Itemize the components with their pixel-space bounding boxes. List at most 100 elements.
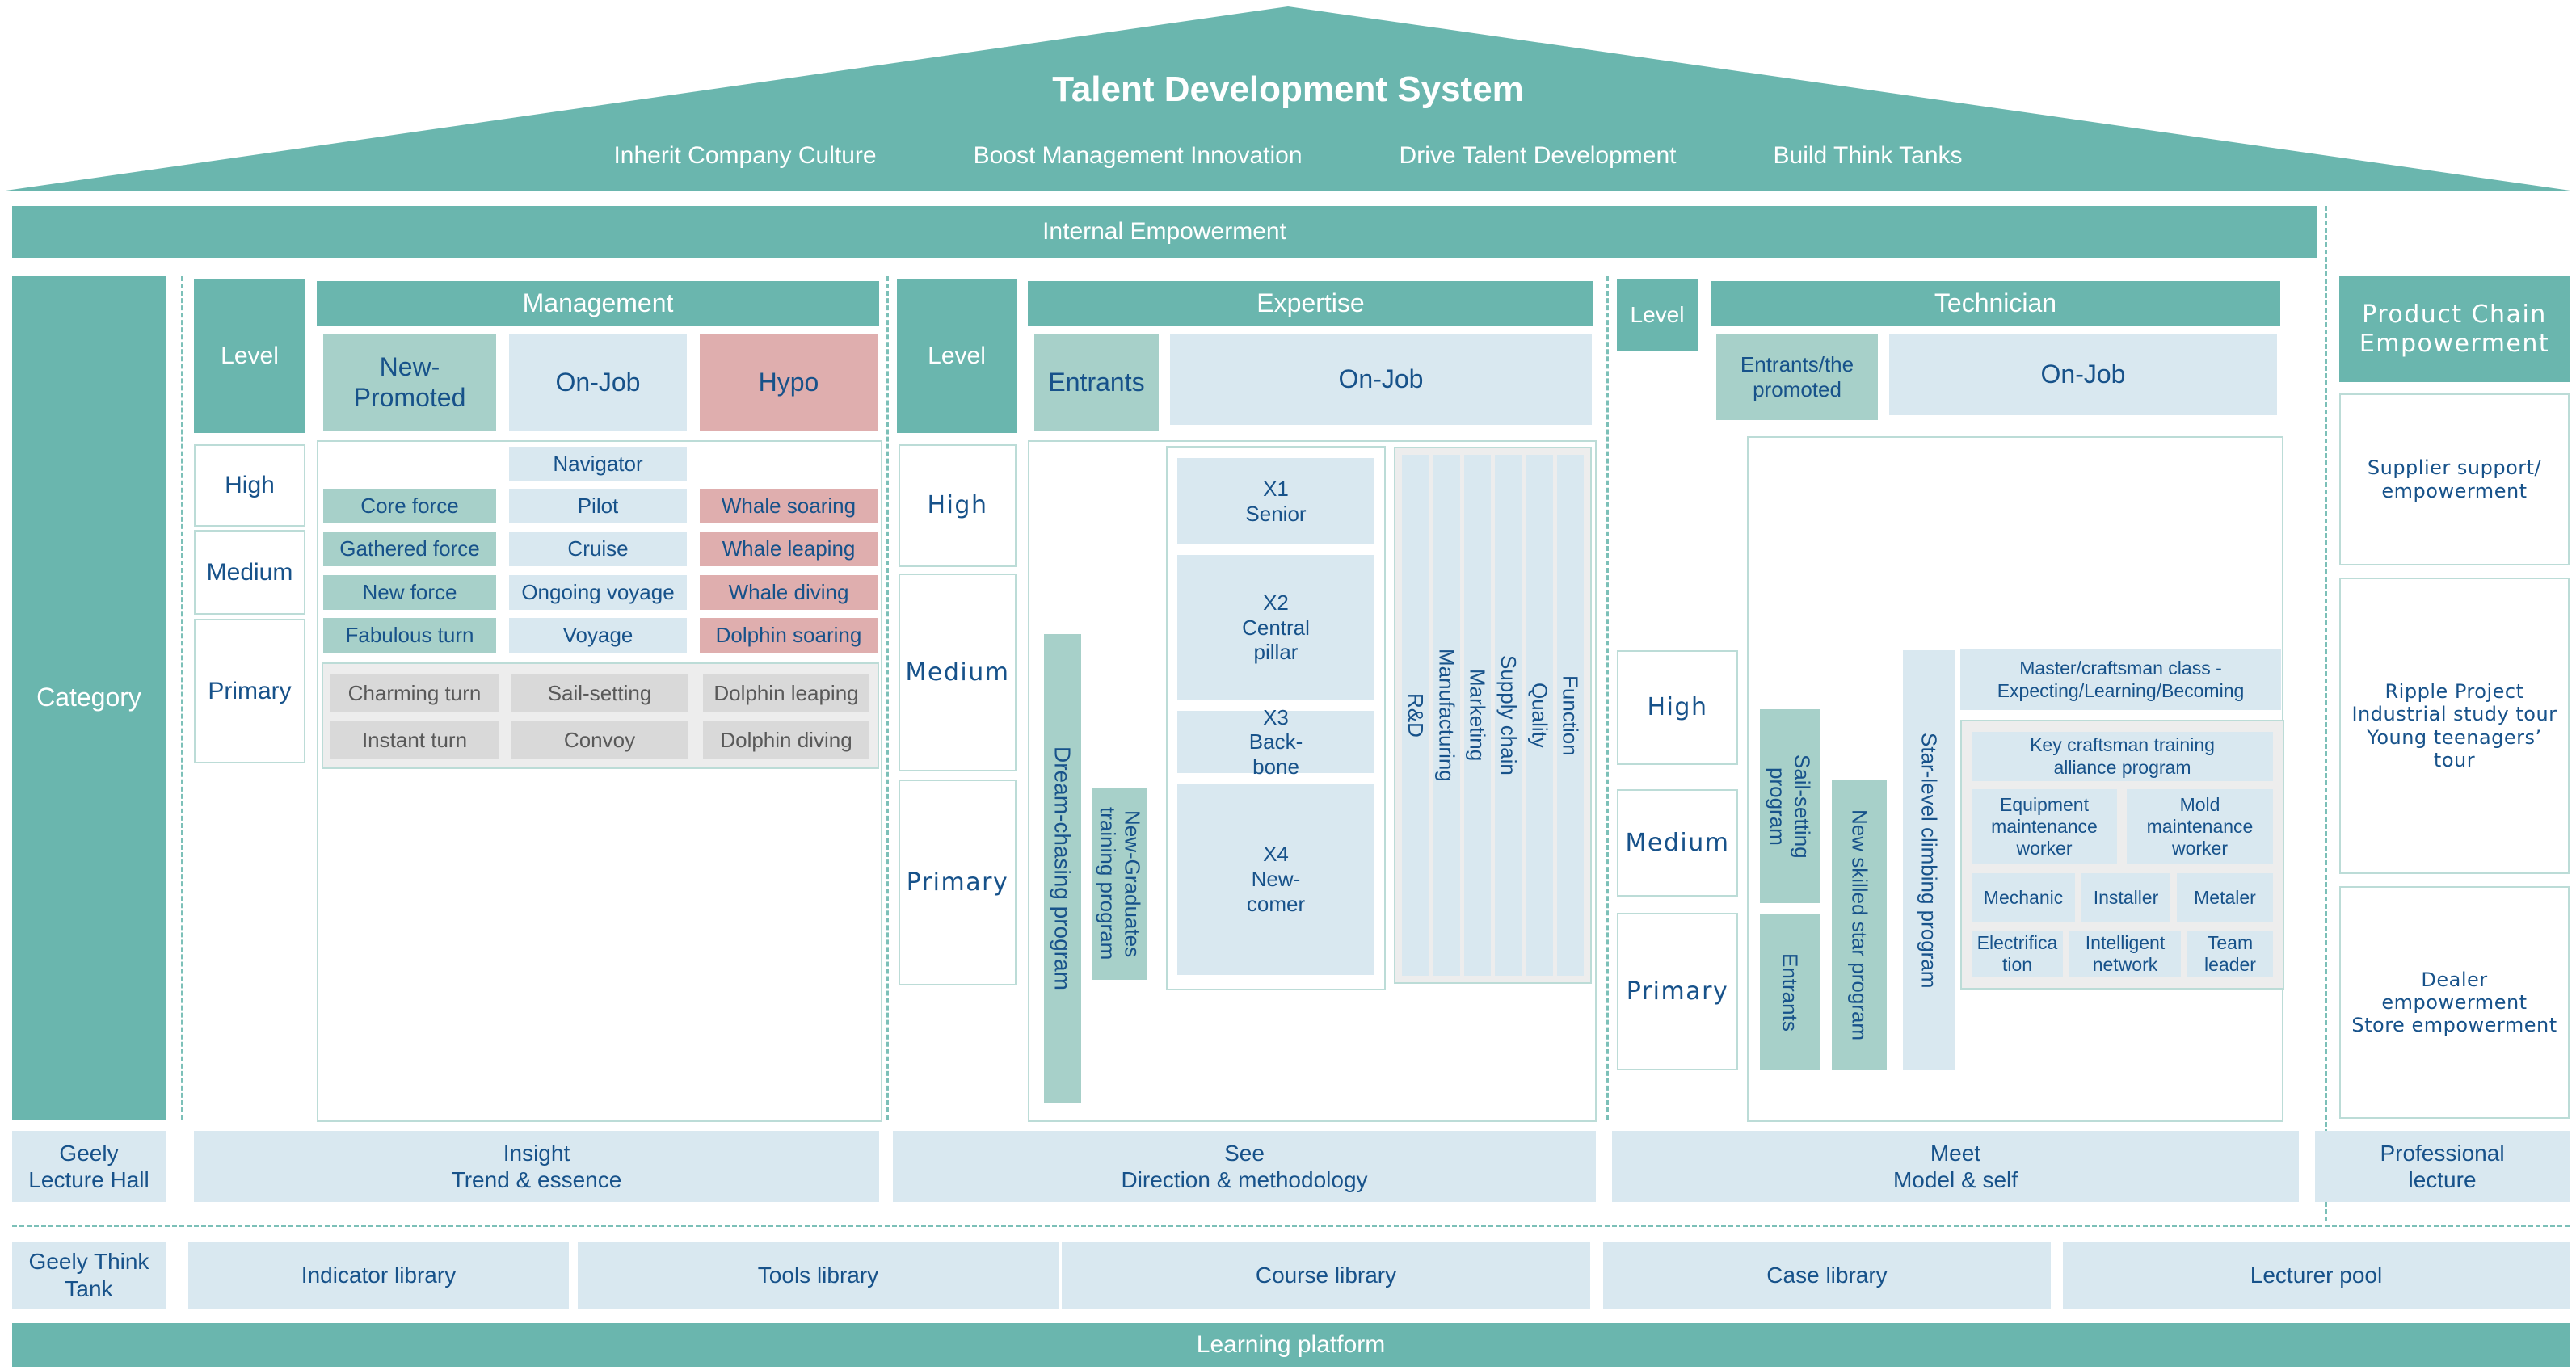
tools-library: Tools library	[578, 1242, 1059, 1309]
management-cell: Fabulous turn	[323, 618, 496, 653]
management-gray-cell: Dolphin leaping	[703, 674, 869, 712]
management-level-primary: Primary	[194, 619, 305, 763]
roof-pillar-talent: Drive Talent Development	[1400, 142, 1677, 170]
expertise-col-on-job: On-Job	[1170, 334, 1592, 425]
technician-sail-setting-program: Sail-setting program	[1760, 709, 1820, 903]
function-rd: R&D	[1402, 455, 1429, 976]
technician-gray-panel: Key craftsman training alliance program …	[1960, 720, 2284, 990]
function-function: Function	[1557, 455, 1584, 976]
management-gray-panel: Charming turn Sail-setting Dolphin leapi…	[322, 662, 879, 769]
management-level-header: Level	[194, 279, 305, 433]
function-supply-chain: Supply chain	[1495, 455, 1522, 976]
function-quality: Quality	[1526, 455, 1552, 976]
function-marketing: Marketing	[1464, 455, 1491, 976]
technician-master-craftsman-class: Master/craftsman class - Expecting/Learn…	[1960, 649, 2281, 710]
lecture-insight: Insight Trend & essence	[194, 1131, 879, 1202]
management-title: Management	[317, 281, 879, 326]
indicator-library: Indicator library	[188, 1242, 569, 1309]
management-cell: New force	[323, 575, 496, 610]
learning-platform-banner: Learning platform	[12, 1323, 2570, 1367]
technician-cell-equipment: Equipment maintenance worker	[1972, 789, 2117, 864]
technician-cell-mold: Mold maintenance worker	[2127, 789, 2273, 864]
expertise-functions-panel: R&D Manufacturing Marketing Supply chain…	[1394, 447, 1592, 984]
roof-shape: Talent Development System Inherit Compan…	[0, 6, 2576, 191]
category-block: Category	[12, 276, 166, 1120]
expertise-new-graduates-program: New-Graduates training program	[1092, 788, 1147, 980]
technician-col-entrants: Entrants/the promoted	[1716, 334, 1878, 420]
management-gray-cell: Charming turn	[330, 674, 499, 712]
course-library: Course library	[1062, 1242, 1590, 1309]
technician-cell-electrification: Electrification	[1972, 931, 2063, 977]
expertise-level-primary: Primary	[899, 780, 1017, 985]
technician-cell-metaler: Metaler	[2177, 873, 2273, 922]
management-col-new-promoted: New- Promoted	[323, 334, 496, 431]
technician-cell-installer: Installer	[2081, 873, 2170, 922]
expertise-col-entrants: Entrants	[1034, 334, 1159, 431]
talent-development-diagram: Talent Development System Inherit Compan…	[0, 0, 2576, 1370]
product-chain-ripple: Ripple Project Industrial study tour You…	[2339, 578, 2570, 874]
product-chain-supplier: Supplier support/ empowerment	[2339, 393, 2570, 565]
roof-pillar-culture: Inherit Company Culture	[613, 142, 876, 170]
management-col-on-job: On-Job	[509, 334, 687, 431]
geely-think-tank: Geely Think Tank	[12, 1242, 166, 1309]
management-gray-cell: Convoy	[511, 721, 688, 759]
technician-cell-team-leader: Team leader	[2187, 931, 2273, 977]
lecturer-pool: Lecturer pool	[2063, 1242, 2570, 1309]
case-library: Case library	[1603, 1242, 2051, 1309]
management-cell: Whale diving	[700, 575, 878, 610]
management-level-high: High	[194, 444, 305, 527]
management-level-medium: Medium	[194, 530, 305, 615]
technician-col-on-job: On-Job	[1889, 334, 2277, 415]
diagram-title: Talent Development System	[0, 69, 2576, 110]
expertise-x4-newcomer: X4 New- comer	[1177, 784, 1374, 975]
management-cell: Whale leaping	[700, 532, 878, 566]
technician-title: Technician	[1711, 281, 2280, 326]
expertise-x-panel: X1 Senior X2 Central pillar X3 Back- bon…	[1166, 446, 1386, 990]
expertise-x2-central-pillar: X2 Central pillar	[1177, 555, 1374, 700]
technician-key-craftsman-program: Key craftsman training alliance program	[1972, 732, 2273, 781]
management-gray-cell: Instant turn	[330, 721, 499, 759]
roof-pillar-innovation: Boost Management Innovation	[974, 142, 1303, 170]
product-chain-dealer: Dealer empowerment Store empowerment	[2339, 886, 2570, 1119]
management-cell: Ongoing voyage	[509, 575, 687, 610]
management-cell: Whale soaring	[700, 489, 878, 523]
professional-lecture: Professional lecture	[2315, 1131, 2570, 1202]
lecture-meet: Meet Model & self	[1612, 1131, 2299, 1202]
management-cell-navigator: Navigator	[509, 447, 687, 481]
function-manufacturing: Manufacturing	[1433, 455, 1459, 976]
roof-pillar-think-tanks: Build Think Tanks	[1774, 142, 1963, 170]
management-gray-cell: Sail-setting	[511, 674, 688, 712]
management-cell: Pilot	[509, 489, 687, 523]
divider-product-chain	[2325, 206, 2327, 1221]
divider-category-management	[181, 276, 183, 1120]
expertise-title: Expertise	[1028, 281, 1593, 326]
expertise-level-medium: Medium	[899, 574, 1017, 771]
divider-management-expertise	[886, 276, 889, 1120]
technician-star-level-climbing-program: Star-level climbing program	[1903, 650, 1955, 1070]
expertise-x1-senior: X1 Senior	[1177, 458, 1374, 544]
expertise-x3-backbone: X3 Back- bone	[1177, 711, 1374, 773]
technician-cell-intelligent-network: Intelligent network	[2069, 931, 2181, 977]
management-cell: Voyage	[509, 618, 687, 653]
internal-empowerment-banner: Internal Empowerment	[12, 206, 2317, 258]
management-cell: Dolphin soaring	[700, 618, 878, 653]
technician-level-medium: Medium	[1617, 789, 1738, 897]
expertise-level-header: Level	[897, 279, 1017, 433]
expertise-level-high: High	[899, 444, 1017, 567]
technician-level-high: High	[1617, 650, 1738, 765]
technician-new-skilled-star-program: New skilled star program	[1832, 780, 1887, 1070]
management-cell: Core force	[323, 489, 496, 523]
divider-think-tank-row	[12, 1225, 2570, 1227]
technician-cell-mechanic: Mechanic	[1972, 873, 2075, 922]
management-gray-cell: Dolphin diving	[703, 721, 869, 759]
lecture-see: See Direction & methodology	[893, 1131, 1596, 1202]
management-cell: Gathered force	[323, 532, 496, 566]
technician-level-header: Level	[1617, 279, 1698, 351]
divider-expertise-technician	[1606, 276, 1609, 1120]
management-cell: Cruise	[509, 532, 687, 566]
expertise-dream-chasing-program: Dream-chasing program	[1044, 634, 1081, 1103]
management-col-hypo: Hypo	[700, 334, 878, 431]
technician-entrants-vertical: Entrants	[1760, 914, 1820, 1070]
product-chain-header: Product Chain Empowerment	[2339, 276, 2570, 382]
technician-level-primary: Primary	[1617, 913, 1738, 1070]
